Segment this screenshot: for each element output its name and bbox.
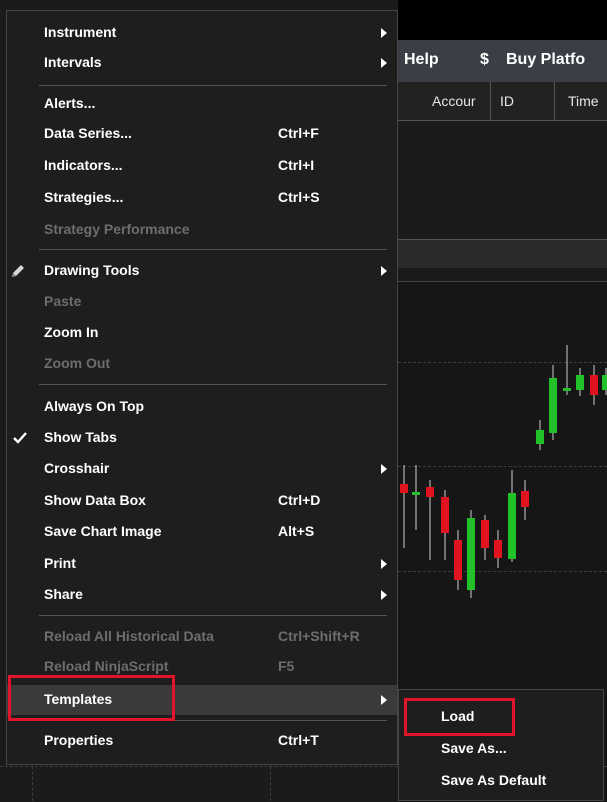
menu-item-data-series[interactable]: Data Series... Ctrl+F (7, 119, 397, 149)
menu-item-shortcut: Ctrl+T (278, 732, 319, 748)
menu-item-shortcut: Ctrl+Shift+R (278, 628, 360, 644)
chevron-right-icon (381, 28, 387, 38)
chevron-right-icon (381, 559, 387, 569)
menu-item-reload-historical-data: Reload All Historical Data Ctrl+Shift+R (7, 622, 397, 652)
menu-separator (39, 720, 387, 721)
menu-item-shortcut: Ctrl+F (278, 125, 319, 141)
menu-item-label: Strategies... (44, 189, 124, 205)
menu-item-label: Properties (44, 732, 114, 748)
menu-item-label: Reload NinjaScript (44, 658, 169, 674)
menu-item-save-chart-image[interactable]: Save Chart Image Alt+S (7, 517, 397, 547)
menu-item-indicators[interactable]: Indicators... Ctrl+I (7, 151, 397, 181)
pencil-icon (10, 263, 26, 282)
chevron-right-icon (381, 58, 387, 68)
menu-item-shortcut: Ctrl+D (278, 492, 321, 508)
menu-item-shortcut: Alt+S (278, 523, 315, 539)
menu-item-label: Show Tabs (44, 429, 117, 445)
menu-item-reload-ninjascript: Reload NinjaScript F5 (7, 652, 397, 682)
menu-item-label: Instrument (44, 24, 117, 40)
menu-item-shortcut: Ctrl+S (278, 189, 320, 205)
templates-submenu: Load Save As... Save As Default (398, 689, 604, 801)
menu-item-shortcut: Ctrl+I (278, 157, 315, 173)
menu-separator (39, 615, 387, 616)
menu-item-label: Zoom Out (44, 355, 111, 371)
menu-item-label: Data Series... (44, 125, 132, 141)
menu-separator (39, 249, 387, 250)
menu-item-crosshair[interactable]: Crosshair (7, 454, 397, 484)
menu-item-label: Indicators... (44, 157, 123, 173)
menu-item-label: Save As... (441, 740, 507, 756)
menu-item-always-on-top[interactable]: Always On Top (7, 392, 397, 422)
chevron-right-icon (381, 590, 387, 600)
menu-item-strategies[interactable]: Strategies... Ctrl+S (7, 183, 397, 213)
menu-item-strategy-performance: Strategy Performance (7, 215, 397, 245)
menu-item-intervals[interactable]: Intervals (7, 48, 397, 78)
menu-separator (39, 384, 387, 385)
menu-item-label: Save Chart Image (44, 523, 162, 539)
menu-item-zoom-out: Zoom Out (7, 349, 397, 379)
menu-item-show-tabs[interactable]: Show Tabs (7, 423, 397, 453)
menu-item-label: Save As Default (441, 772, 547, 788)
chevron-right-icon (381, 266, 387, 276)
menu-item-label: Share (44, 586, 83, 602)
menu-item-templates[interactable]: Templates (7, 685, 397, 715)
menu-item-alerts[interactable]: Alerts... (7, 89, 397, 119)
submenu-item-load[interactable]: Load (399, 702, 603, 732)
chevron-right-icon (381, 695, 387, 705)
menu-item-properties[interactable]: Properties Ctrl+T (7, 726, 397, 756)
chart-context-menu: Instrument Intervals Alerts... Data Seri… (6, 10, 398, 765)
menu-item-label: Drawing Tools (44, 262, 140, 278)
menu-item-paste: Paste (7, 287, 397, 317)
menu-item-share[interactable]: Share (7, 580, 397, 610)
menu-item-label: Show Data Box (44, 492, 146, 508)
menu-item-label: Reload All Historical Data (44, 628, 214, 644)
menu-item-drawing-tools[interactable]: Drawing Tools (7, 256, 397, 286)
submenu-item-save-as-default[interactable]: Save As Default (399, 766, 603, 796)
submenu-item-save-as[interactable]: Save As... (399, 734, 603, 764)
menu-item-label: Alerts... (44, 95, 96, 111)
menu-item-zoom-in[interactable]: Zoom In (7, 318, 397, 348)
menu-item-label: Crosshair (44, 460, 110, 476)
menu-item-label: Templates (44, 691, 113, 707)
menu-item-label: Paste (44, 293, 82, 309)
menu-item-label: Strategy Performance (44, 221, 190, 237)
menu-item-label: Intervals (44, 54, 102, 70)
menu-item-show-data-box[interactable]: Show Data Box Ctrl+D (7, 486, 397, 516)
menu-item-label: Load (441, 708, 475, 724)
menu-item-label: Always On Top (44, 398, 145, 414)
menu-separator (39, 85, 387, 86)
menu-item-label: Zoom In (44, 324, 99, 340)
check-icon (13, 431, 27, 447)
menu-item-shortcut: F5 (278, 658, 295, 674)
menu-item-instrument[interactable]: Instrument (7, 18, 397, 48)
menu-item-print[interactable]: Print (7, 549, 397, 579)
chevron-right-icon (381, 464, 387, 474)
menu-item-label: Print (44, 555, 76, 571)
